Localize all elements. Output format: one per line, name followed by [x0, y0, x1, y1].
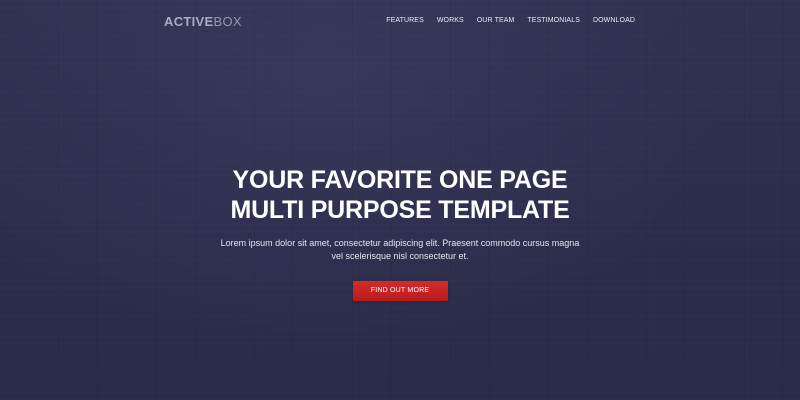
subtext-line-2: vel scelerisque nisl consectetur et.: [331, 251, 469, 261]
hero-subtext: Lorem ipsum dolor sit amet, consectetur …: [190, 237, 610, 263]
headline-line-1: YOUR FAVORITE ONE PAGE: [232, 166, 568, 194]
hero-background: ACTIVEBOX FEATURES WORKS OUR TEAM TESTIM…: [0, 0, 800, 400]
logo-strong: ACTIVE: [164, 14, 214, 29]
find-out-more-button[interactable]: FIND OUT MORE: [352, 281, 448, 301]
navbar: ACTIVEBOX FEATURES WORKS OUR TEAM TESTIM…: [0, 0, 800, 44]
subtext-line-1: Lorem ipsum dolor sit amet, consectetur …: [220, 238, 580, 248]
nav-link-download[interactable]: DOWNLOAD: [593, 17, 635, 24]
headline-line-2: MULTI PURPOSE TEMPLATE: [230, 196, 570, 224]
logo-light: BOX: [213, 14, 242, 29]
nav-link-works[interactable]: WORKS: [437, 17, 464, 24]
hero-headline: YOUR FAVORITE ONE PAGE MULTI PURPOSE TEM…: [0, 165, 800, 225]
hero-content: YOUR FAVORITE ONE PAGE MULTI PURPOSE TEM…: [0, 165, 800, 301]
nav-link-testimonials[interactable]: TESTIMONIALS: [527, 17, 580, 24]
nav-link-our-team[interactable]: OUR TEAM: [477, 17, 515, 24]
logo[interactable]: ACTIVEBOX: [164, 14, 242, 29]
nav-link-features[interactable]: FEATURES: [386, 17, 424, 24]
main-nav: FEATURES WORKS OUR TEAM TESTIMONIALS DOW…: [386, 17, 635, 24]
